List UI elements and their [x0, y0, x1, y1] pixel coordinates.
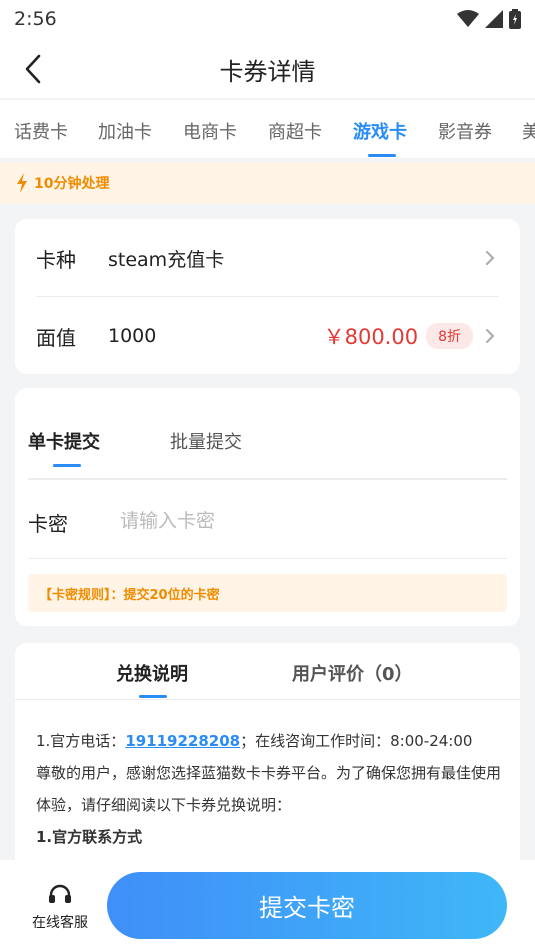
- info-tab-divider: [15, 699, 520, 700]
- submit-pin-button[interactable]: 提交卡密: [107, 872, 507, 939]
- customer-service-label: 在线客服: [32, 915, 88, 931]
- face-value-right: ￥800.00 8折: [324, 321, 499, 351]
- card-type-value: steam充值卡: [108, 248, 225, 271]
- info-line-2: 尊敬的用户，感谢您选择蓝猫数卡卡券平台。为了确保您拥有最佳使用体验，请仔细阅读以…: [36, 764, 502, 814]
- card-type-label: 卡种: [36, 247, 76, 272]
- tab-ecommerce-card[interactable]: 电商卡: [183, 118, 237, 144]
- status-time: 2:56: [14, 8, 57, 30]
- info-line-1-suffix: ；在线咨询工作时间：8:00-24:00: [240, 732, 473, 750]
- tab-fuel-card[interactable]: 加油卡: [98, 118, 152, 144]
- submit-tab-divider: [28, 478, 507, 480]
- chevron-right-icon: [481, 249, 499, 267]
- signal-icon: [485, 10, 503, 28]
- discount-badge: 8折: [426, 323, 473, 349]
- battery-icon: [509, 9, 521, 29]
- notice-text: 10分钟处理: [34, 176, 110, 192]
- category-tabs: 话费卡 加油卡 电商卡 商超卡 游戏卡 影音券 美: [0, 100, 535, 158]
- tab-active-indicator: [368, 154, 396, 157]
- card-info-panel: 卡种 steam充值卡 面值 1000 ￥800.00 8折: [15, 219, 520, 374]
- pin-label: 卡密: [28, 512, 68, 536]
- info-heading: 1.官方联系方式: [36, 828, 143, 846]
- tab-redeem-instructions[interactable]: 兑换说明: [116, 660, 188, 686]
- processing-notice: 10分钟处理: [0, 162, 535, 204]
- tab-beauty[interactable]: 美: [522, 118, 535, 144]
- chevron-right-icon: [481, 327, 499, 345]
- status-bar: 2:56: [0, 0, 535, 38]
- pin-rule-text: 【卡密规则】：提交20位的卡密: [39, 587, 220, 603]
- status-icons: [457, 9, 521, 29]
- tab-batch-submit[interactable]: 批量提交: [170, 428, 242, 454]
- phone-link[interactable]: 19119228208: [125, 732, 240, 750]
- face-value-row[interactable]: 面值 1000 ￥800.00 8折: [36, 297, 499, 375]
- tab-phone-card[interactable]: 话费卡: [14, 118, 68, 144]
- submit-tab-indicator: [53, 464, 81, 467]
- info-line-1: 1.官方电话：19119228208；在线咨询工作时间：8:00-24:00: [36, 725, 510, 757]
- nav-bar: 卡券详情: [0, 38, 535, 98]
- info-line-1-prefix: 1.官方电话：: [36, 732, 126, 750]
- pin-divider: [28, 558, 507, 559]
- tab-media-voucher[interactable]: 影音券: [438, 118, 492, 144]
- tab-supermarket-card[interactable]: 商超卡: [268, 118, 322, 144]
- bottom-bar: 在线客服 提交卡密: [0, 860, 535, 951]
- card-type-right: [481, 249, 499, 267]
- submit-panel: 单卡提交 批量提交 卡密 【卡密规则】：提交20位的卡密: [15, 388, 520, 626]
- price: ￥800.00: [323, 325, 419, 349]
- tab-user-reviews[interactable]: 用户评价（0）: [292, 660, 413, 686]
- headset-icon: [49, 884, 71, 903]
- face-value: 1000: [108, 325, 157, 347]
- card-type-row[interactable]: 卡种 steam充值卡: [36, 219, 499, 297]
- wifi-icon: [457, 10, 479, 27]
- face-value-label: 面值: [36, 325, 76, 350]
- customer-service-button[interactable]: 在线客服: [24, 884, 96, 932]
- info-body: 1.官方电话：19119228208；在线咨询工作时间：8:00-24:00 尊…: [36, 725, 510, 853]
- pin-input[interactable]: [120, 504, 490, 538]
- pin-rule-box: 【卡密规则】：提交20位的卡密: [28, 574, 507, 612]
- lightning-icon: [17, 173, 27, 193]
- page-title: 卡券详情: [219, 58, 316, 86]
- tab-game-card[interactable]: 游戏卡: [353, 118, 407, 144]
- info-tab-indicator: [139, 695, 167, 698]
- tab-single-submit[interactable]: 单卡提交: [28, 428, 100, 454]
